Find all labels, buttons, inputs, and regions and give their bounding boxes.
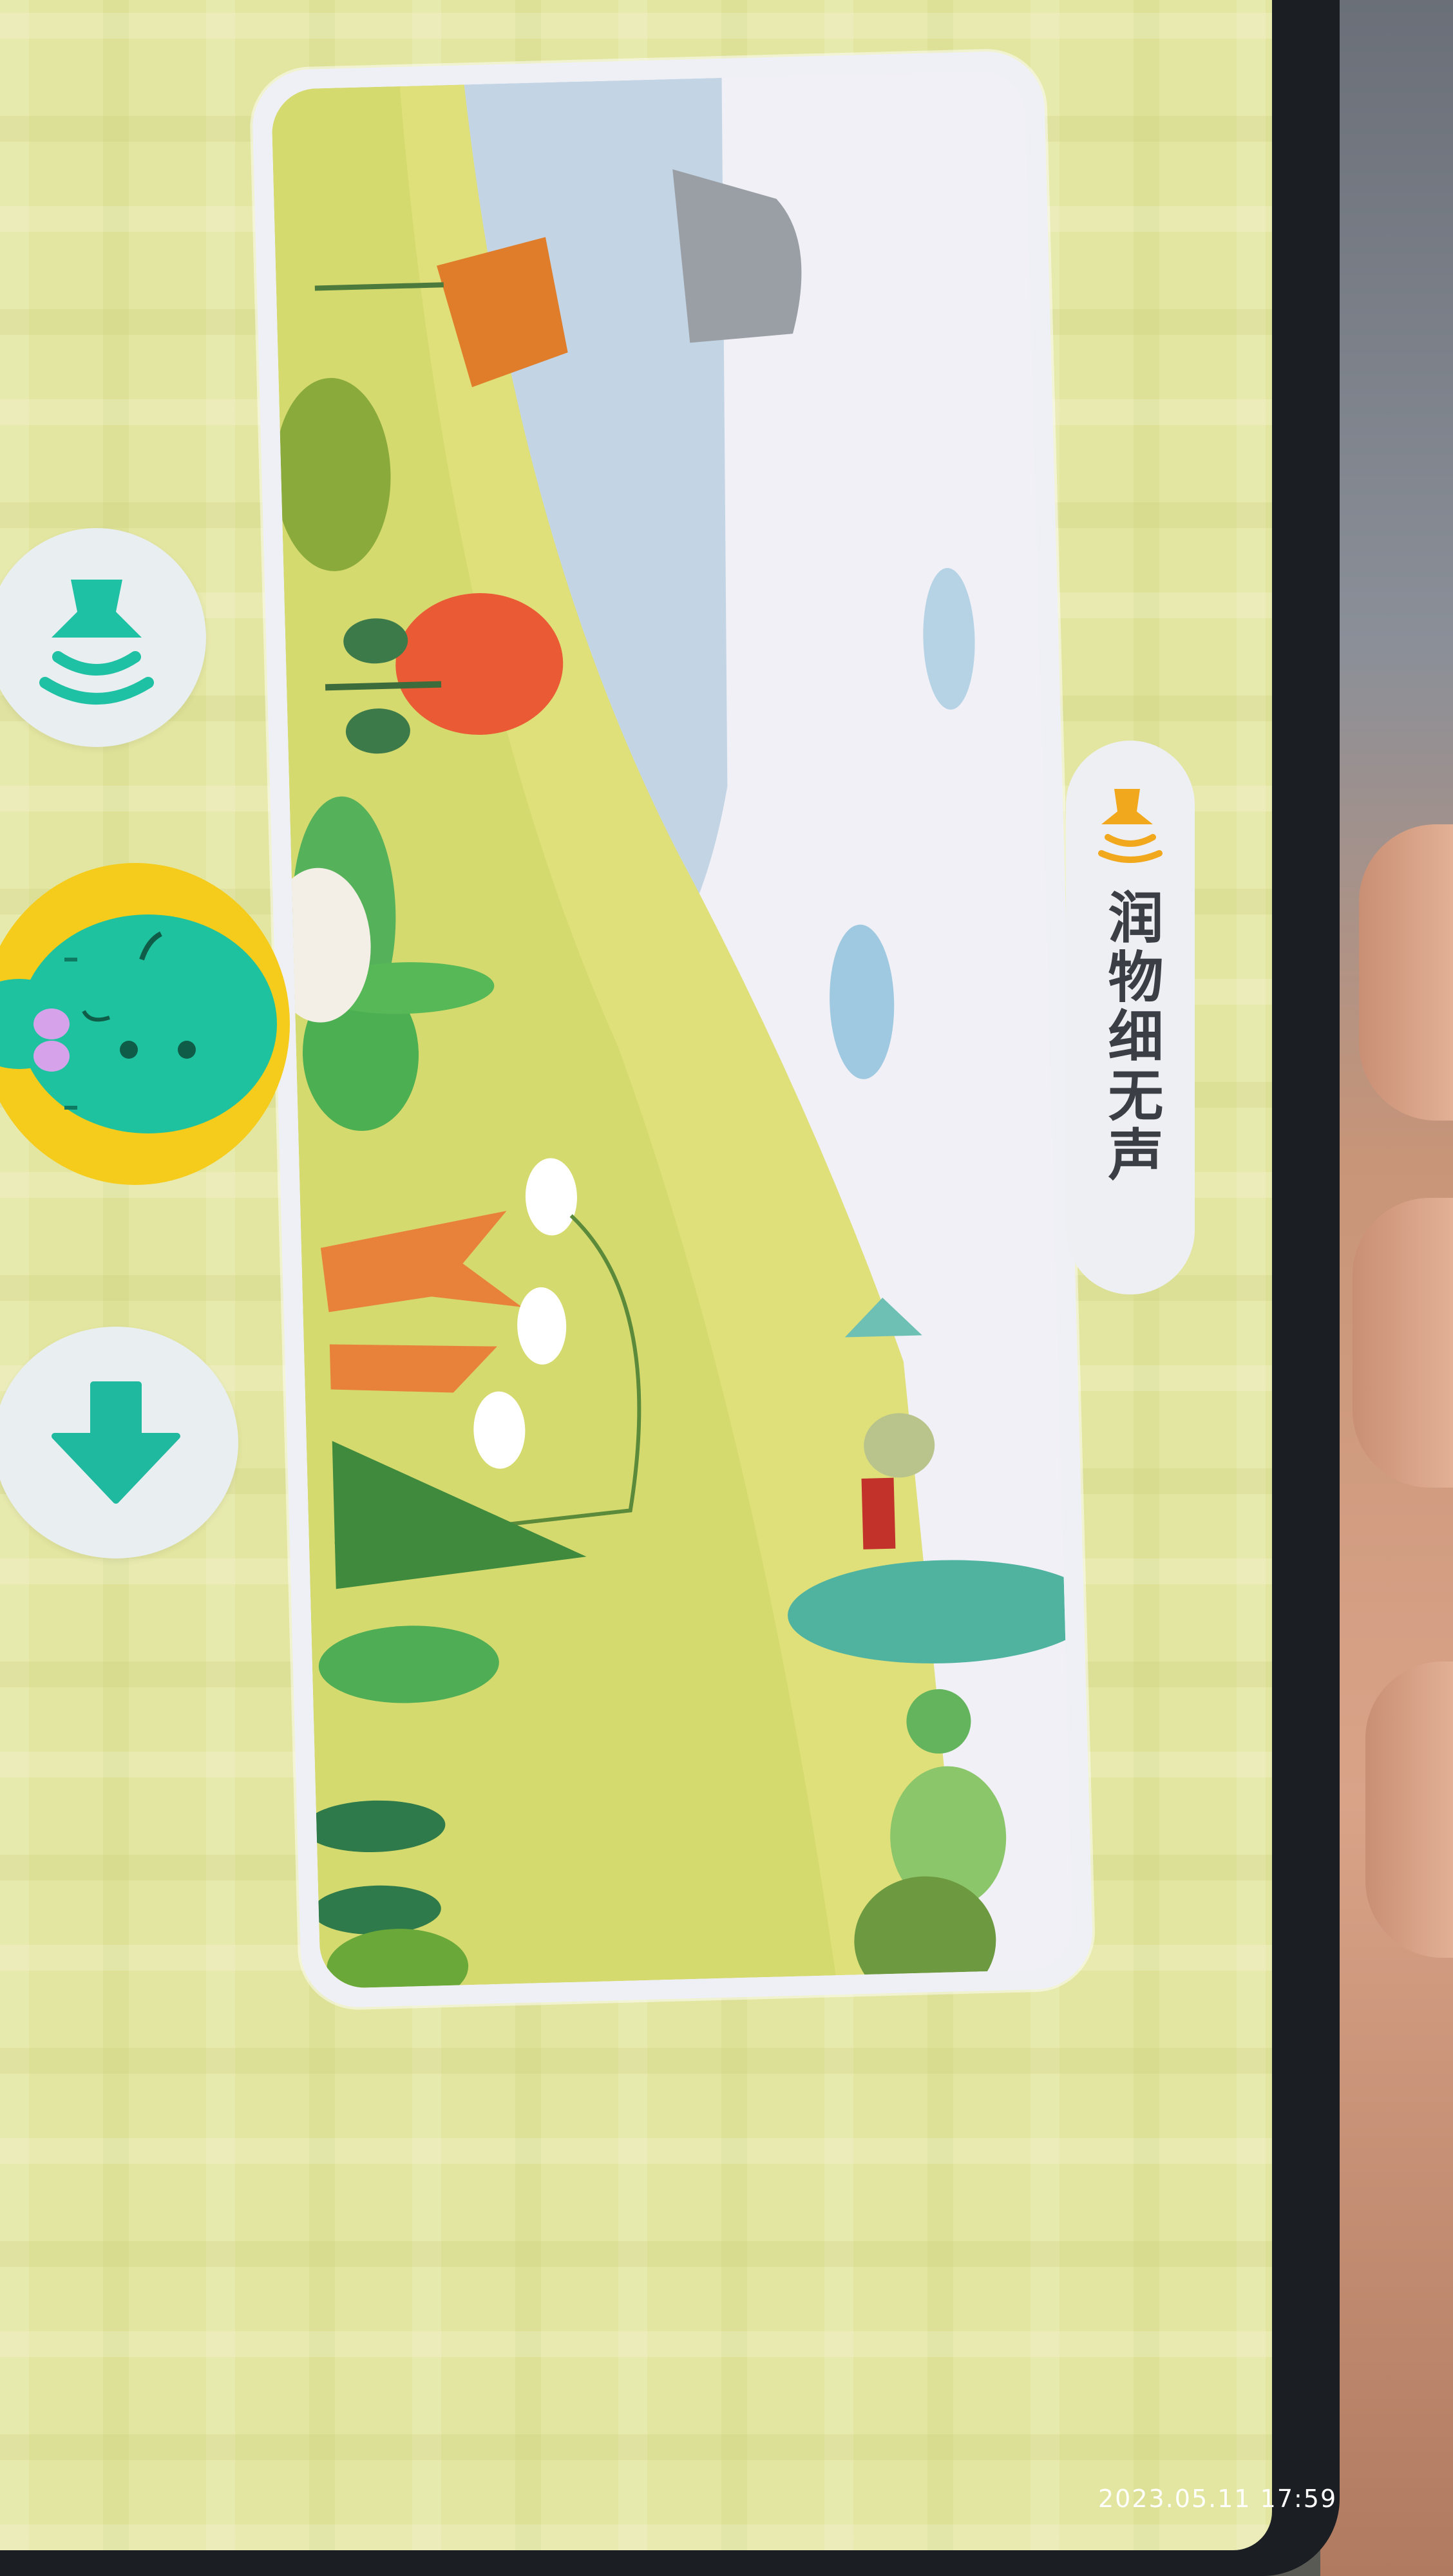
- tablet-frame: 润物细无声: [0, 0, 1340, 2576]
- story-card: [251, 50, 1094, 2009]
- photo-timestamp: 2023.05.11 17:59: [1098, 2485, 1338, 2513]
- background-hand: [1320, 0, 1453, 2576]
- app-screen: 润物细无声: [0, 0, 1272, 2550]
- download-button[interactable]: [0, 1327, 238, 1558]
- caption-text: 润物细无声: [1098, 889, 1163, 1185]
- speaker-wave-icon: [39, 580, 154, 705]
- story-illustration: [271, 70, 1074, 1989]
- sound-button[interactable]: [0, 528, 206, 747]
- down-arrow-icon: [52, 1381, 180, 1504]
- speaker-icon: [1098, 789, 1163, 863]
- mascot-button[interactable]: [0, 863, 290, 1185]
- dinosaur-mascot-icon: [0, 914, 277, 1133]
- caption-pill: 润物细无声: [1066, 741, 1195, 1294]
- meadow-picture: [271, 70, 1074, 1989]
